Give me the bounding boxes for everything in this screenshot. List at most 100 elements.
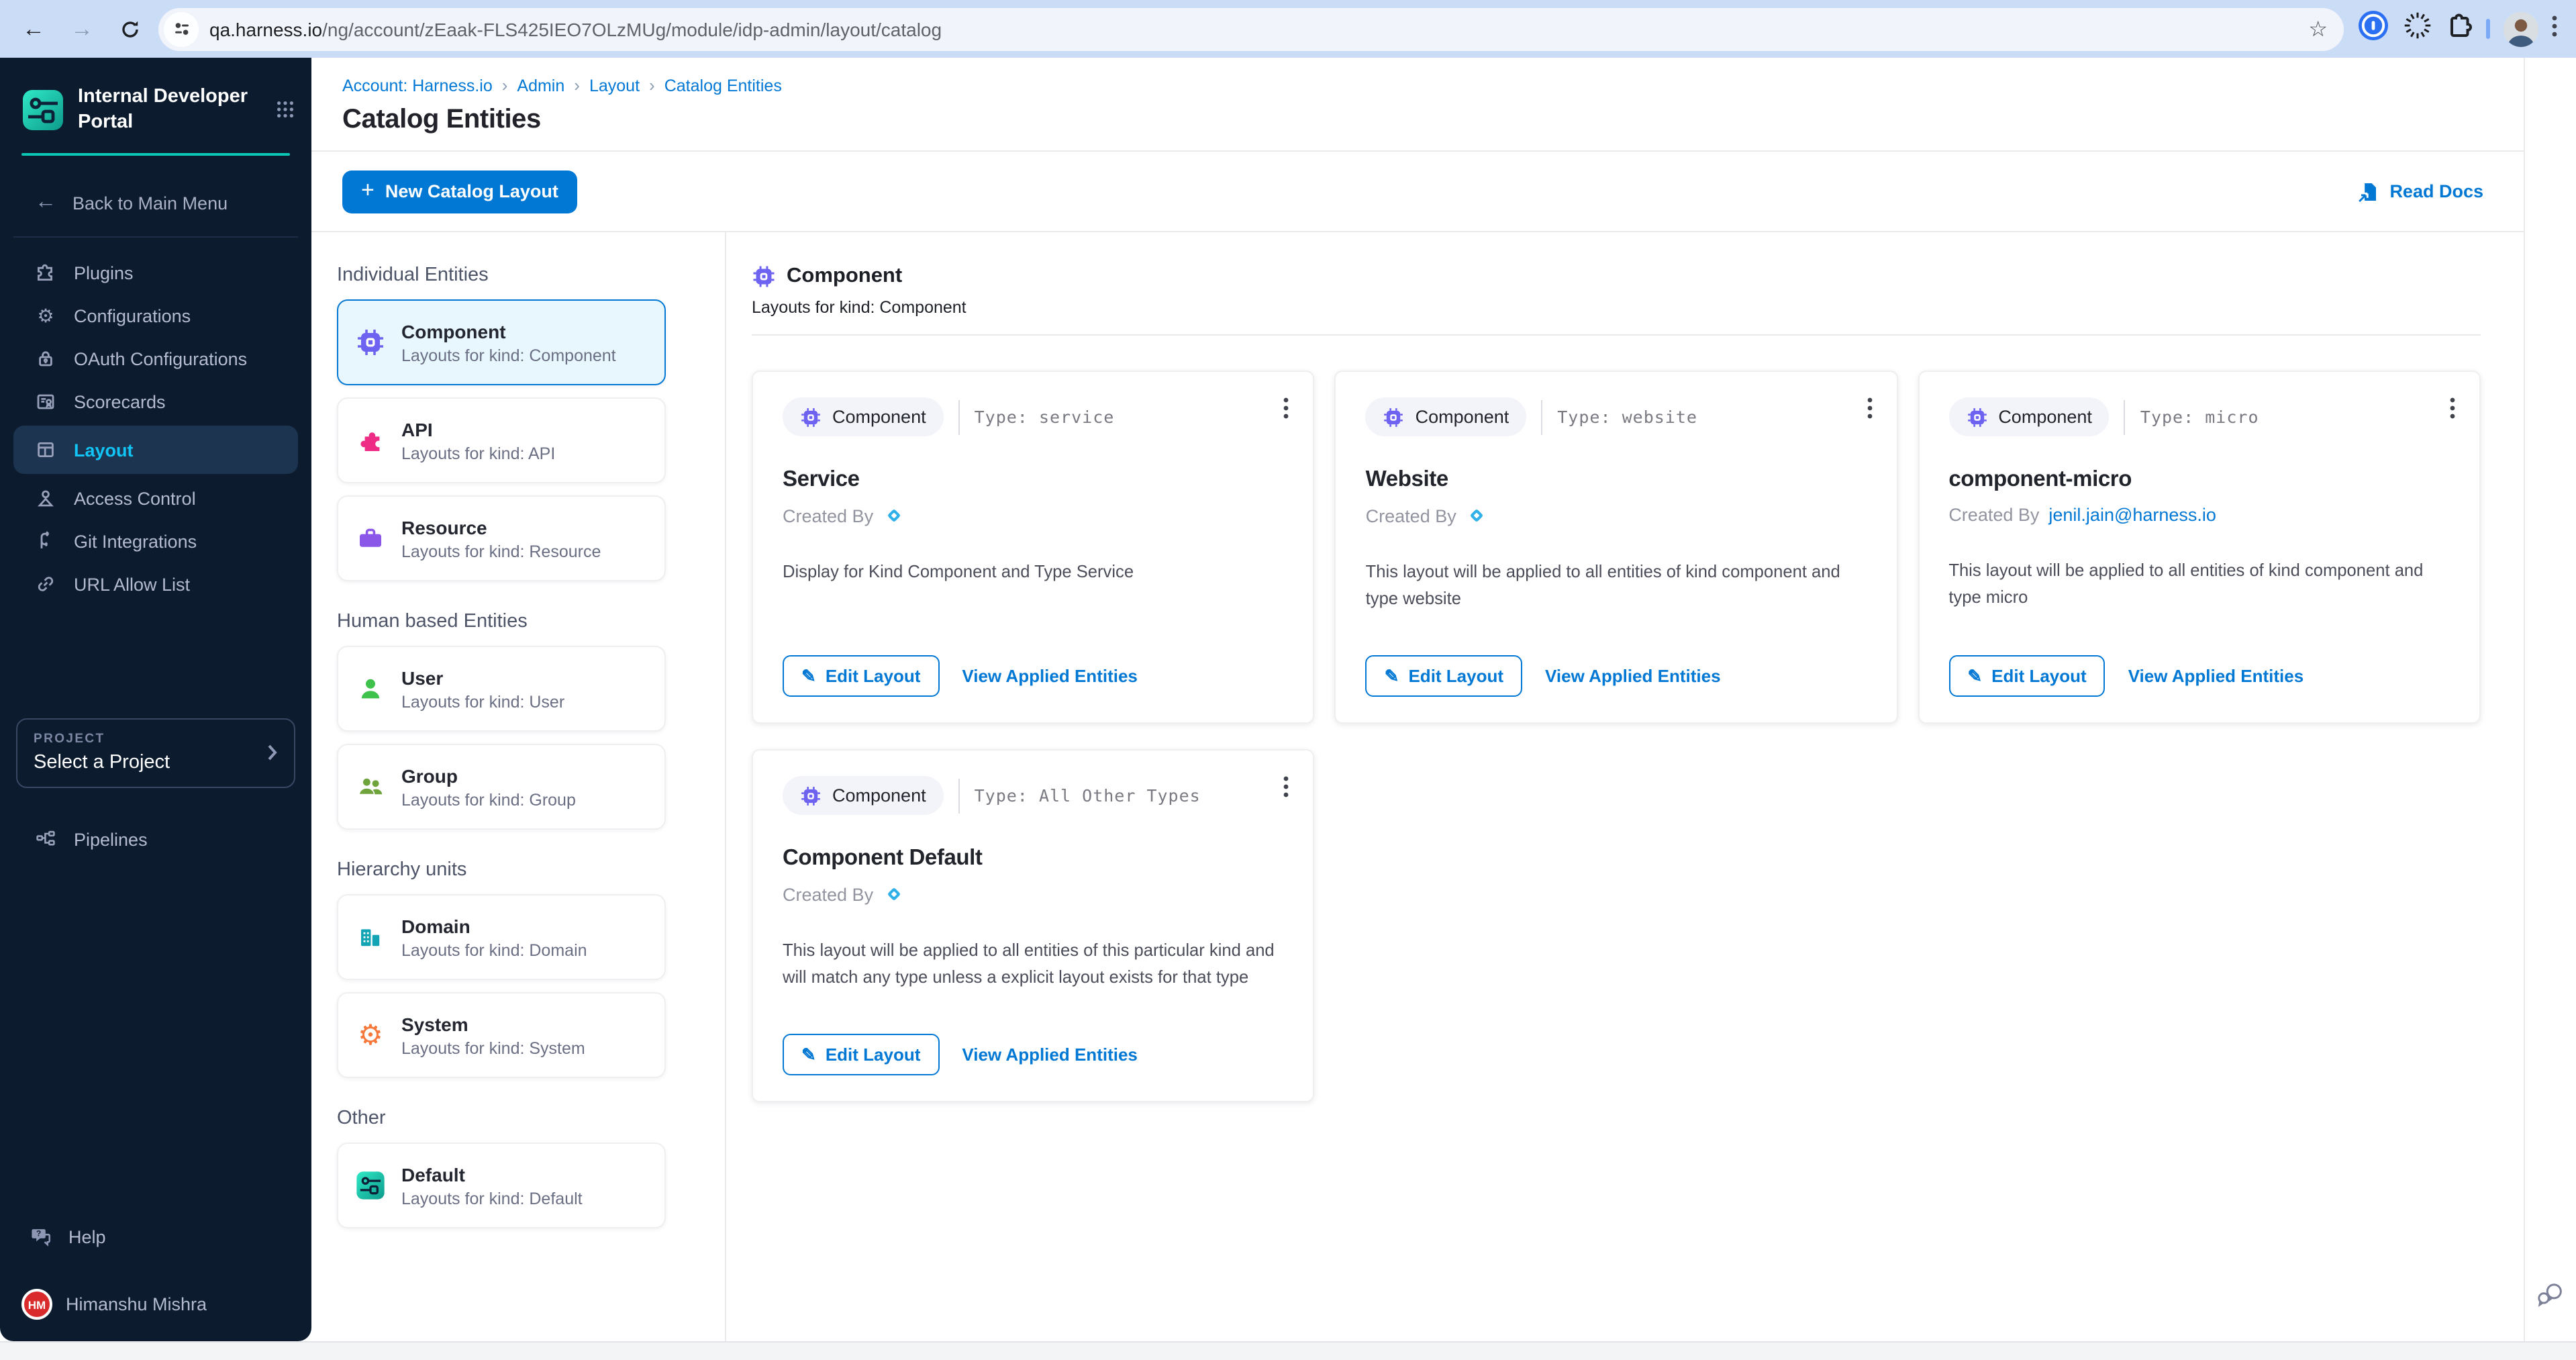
- sidebar-item-access-control[interactable]: Access Control: [0, 477, 311, 520]
- entity-item-subtitle: Layouts for kind: Domain: [401, 940, 587, 959]
- main-inner: Account: Harness.io › Admin › Layout › C…: [311, 58, 2524, 1341]
- sidebar-item-url-allow-list[interactable]: URL Allow List: [0, 563, 311, 605]
- card-menu-icon[interactable]: [1863, 393, 1876, 430]
- breadcrumb-separator: ›: [649, 75, 655, 95]
- sidebar-item-configurations[interactable]: ⚙ Configurations: [0, 294, 311, 337]
- card-badge-row: Component Type: All Other Types: [783, 776, 1284, 815]
- component-chip-icon: [800, 406, 822, 428]
- url-text[interactable]: qa.harness.io/ng/account/zEaak-FLS425IEO…: [209, 18, 942, 40]
- pipelines-label: Pipelines: [74, 829, 148, 849]
- type-value: All Other Types: [1039, 785, 1201, 806]
- entity-item-subtitle: Layouts for kind: Default: [401, 1189, 583, 1208]
- entity-item-group[interactable]: Group Layouts for kind: Group: [337, 744, 666, 830]
- entity-item-title: API: [401, 418, 555, 440]
- entity-item-system[interactable]: ⚙ System Layouts for kind: System: [337, 992, 666, 1078]
- main-area: Account: Harness.io › Admin › Layout › C…: [311, 58, 2576, 1341]
- page-title: Catalog Entities: [342, 105, 2493, 136]
- system-gear-icon: ⚙: [356, 1020, 385, 1050]
- password-manager-icon[interactable]: [2357, 9, 2389, 48]
- card-menu-icon[interactable]: [1280, 393, 1293, 430]
- layout-card-component-micro: Component Type: micro component-micro Cr…: [1918, 371, 2481, 724]
- sidebar-user[interactable]: HM Himanshu Mishra: [0, 1289, 311, 1320]
- edit-layout-button[interactable]: ✎ Edit Layout: [783, 655, 939, 697]
- sidebar-item-pipelines[interactable]: Pipelines: [0, 828, 311, 850]
- created-by-label: Created By: [783, 505, 873, 526]
- project-selector[interactable]: PROJECT Select a Project: [16, 718, 295, 788]
- sidebar-item-oauth-configurations[interactable]: OAuth Configurations: [0, 337, 311, 380]
- reload-icon[interactable]: [110, 9, 150, 49]
- entity-item-resource[interactable]: Resource Layouts for kind: Resource: [337, 495, 666, 581]
- url-host: qa.harness.io: [209, 18, 322, 40]
- sidebar-item-git-integrations[interactable]: Git Integrations: [0, 520, 311, 563]
- bookmark-star-icon[interactable]: ☆: [2300, 15, 2336, 42]
- entity-item-subtitle: Layouts for kind: User: [401, 692, 564, 711]
- view-applied-entities-link[interactable]: View Applied Entities: [962, 1045, 1138, 1065]
- card-menu-icon[interactable]: [1280, 772, 1293, 808]
- new-catalog-layout-button[interactable]: + New Catalog Layout: [342, 170, 577, 213]
- forward-icon[interactable]: →: [62, 9, 102, 49]
- browser-profile-avatar[interactable]: [2504, 11, 2538, 46]
- idp-logo-icon: [21, 89, 64, 132]
- card-description: This layout will be applied to all entit…: [783, 937, 1284, 990]
- panel-title: Component: [787, 264, 902, 289]
- url-bar[interactable]: qa.harness.io/ng/account/zEaak-FLS425IEO…: [158, 7, 2344, 50]
- back-icon[interactable]: ←: [13, 9, 54, 49]
- sidebar-item-layout[interactable]: Layout: [13, 426, 298, 474]
- chat-bubbles-icon[interactable]: [2536, 1281, 2564, 1314]
- card-badge-row: Component Type: website: [1366, 397, 1867, 436]
- kind-badge-label: Component: [1416, 407, 1509, 427]
- component-chip-icon: [752, 264, 776, 289]
- user-icon: [356, 674, 385, 703]
- type-text: Type: micro: [2140, 407, 2259, 427]
- sidebar-item-label: Plugins: [74, 262, 134, 283]
- entity-item-domain[interactable]: Domain Layouts for kind: Domain: [337, 894, 666, 980]
- type-text: Type: service: [975, 407, 1115, 427]
- page-header: Account: Harness.io › Admin › Layout › C…: [311, 58, 2524, 152]
- loading-extension-icon[interactable]: [2403, 11, 2432, 47]
- type-value: micro: [2205, 407, 2259, 427]
- project-label: PROJECT: [34, 732, 267, 746]
- kind-badge-label: Component: [832, 785, 926, 806]
- extensions-puzzle-icon[interactable]: [2446, 12, 2473, 46]
- breadcrumb-catalog-entities[interactable]: Catalog Entities: [664, 76, 782, 95]
- layout-card-component-default: Component Type: All Other Types Componen…: [752, 749, 1315, 1102]
- view-applied-entities-link[interactable]: View Applied Entities: [962, 666, 1138, 686]
- created-by-row: Created By jenil.jain@harness.io: [1948, 505, 2450, 525]
- breadcrumb-layout[interactable]: Layout: [589, 76, 640, 95]
- kind-badge-label: Component: [832, 407, 926, 427]
- sidebar-item-plugins[interactable]: Plugins: [0, 251, 311, 294]
- breadcrumb-account[interactable]: Account: Harness.io: [342, 76, 493, 95]
- kind-badge: Component: [783, 397, 944, 436]
- sidebar-item-scorecards[interactable]: Scorecards: [0, 380, 311, 423]
- back-to-main-menu[interactable]: ← Back to Main Menu: [35, 191, 311, 215]
- entity-item-default[interactable]: Default Layouts for kind: Default: [337, 1143, 666, 1228]
- edit-layout-button[interactable]: ✎ Edit Layout: [1366, 655, 1522, 697]
- panel-subtitle: Layouts for kind: Component: [752, 298, 2481, 317]
- created-by-row: Created By: [1366, 505, 1867, 526]
- view-applied-entities-link[interactable]: View Applied Entities: [1545, 666, 1721, 686]
- read-docs-link[interactable]: Read Docs: [2359, 181, 2483, 202]
- sidebar: Internal Developer Portal ← Back to Main…: [0, 58, 311, 1341]
- created-by-link[interactable]: jenil.jain@harness.io: [2048, 505, 2216, 525]
- tune-icon[interactable]: [164, 11, 199, 46]
- edit-layout-button[interactable]: ✎ Edit Layout: [1948, 655, 2105, 697]
- entity-item-user[interactable]: User Layouts for kind: User: [337, 646, 666, 732]
- sidebar-item-help[interactable]: ? Help: [0, 1226, 311, 1249]
- section-heading-individual: Individual Entities: [337, 264, 666, 286]
- breadcrumb-admin[interactable]: Admin: [517, 76, 564, 95]
- entity-item-component[interactable]: Component Layouts for kind: Component: [337, 299, 666, 385]
- grid-icon[interactable]: [275, 100, 295, 120]
- badge-divider: [958, 399, 960, 434]
- kind-badge: Component: [1948, 397, 2110, 436]
- entity-item-subtitle: Layouts for kind: Resource: [401, 542, 601, 561]
- entity-list: Individual Entities Component Layouts fo…: [311, 232, 726, 1341]
- card-menu-icon[interactable]: [2446, 393, 2459, 430]
- kind-badge-label: Component: [1998, 407, 2092, 427]
- browser-menu-icon[interactable]: [2552, 14, 2557, 44]
- entity-item-api[interactable]: API Layouts for kind: API: [337, 397, 666, 483]
- arrow-left-icon: ←: [35, 191, 56, 215]
- view-applied-entities-link[interactable]: View Applied Entities: [2128, 666, 2304, 686]
- card-badge-row: Component Type: service: [783, 397, 1284, 436]
- sidebar-divider: [13, 236, 298, 238]
- edit-layout-button[interactable]: ✎ Edit Layout: [783, 1034, 939, 1075]
